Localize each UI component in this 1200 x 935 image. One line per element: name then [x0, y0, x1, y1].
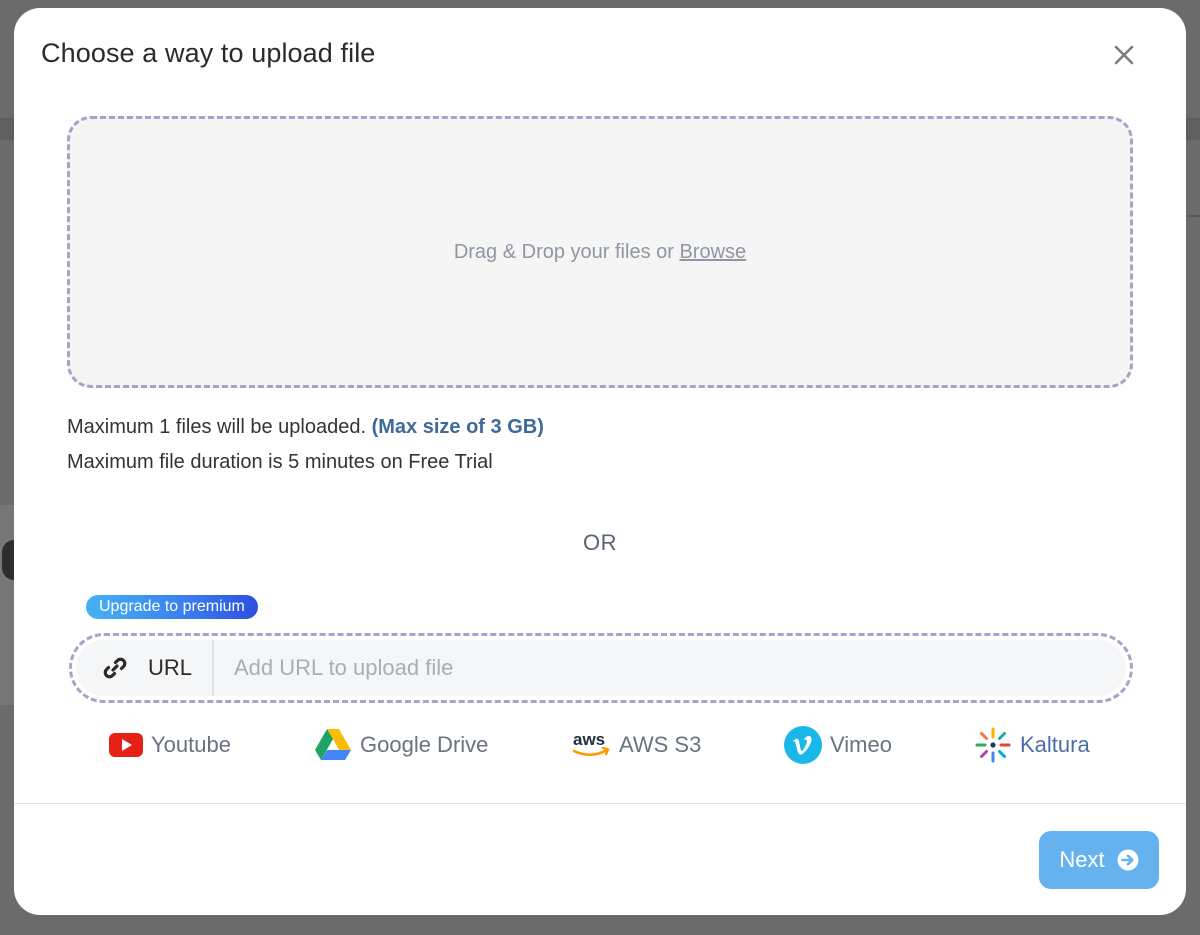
file-dropzone[interactable]: Drag & Drop your files or Browse	[67, 116, 1133, 388]
vimeo-icon	[784, 726, 822, 764]
url-upload-box: URL	[69, 633, 1133, 703]
background-avatar	[2, 540, 14, 580]
aws-icon: aws	[572, 730, 610, 757]
kaltura-icon	[975, 727, 1011, 763]
youtube-icon	[109, 733, 143, 757]
arrow-right-circle-icon	[1117, 849, 1139, 871]
upload-modal: Choose a way to upload file Drag & Drop …	[14, 8, 1186, 915]
google-drive-icon	[315, 729, 351, 760]
or-separator: OR	[583, 530, 617, 555]
close-icon	[1114, 45, 1134, 65]
close-button[interactable]	[1111, 42, 1137, 68]
source-aws-s3[interactable]: aws AWS S3	[571, 722, 701, 768]
dropzone-instruction: Drag & Drop your files or	[453, 240, 680, 263]
next-label: Next	[1059, 847, 1105, 872]
background-divider	[1186, 215, 1200, 217]
link-icon	[103, 657, 127, 679]
source-kaltura[interactable]: Kaltura	[974, 722, 1090, 768]
modal-title: Choose a way to upload file	[41, 38, 376, 68]
source-vimeo[interactable]: Vimeo	[784, 722, 892, 768]
upgrade-premium-badge[interactable]: Upgrade to premium	[86, 595, 258, 619]
source-label: Kaltura	[1020, 732, 1090, 757]
source-google-drive[interactable]: Google Drive	[314, 722, 488, 768]
max-files-text: Maximum 1 files will be uploaded.	[67, 416, 367, 438]
source-list: Youtube Google Drive aws AWS S3 Vimeo Ka…	[14, 722, 1186, 768]
svg-text:aws: aws	[573, 730, 605, 749]
source-label: AWS S3	[619, 732, 702, 757]
browse-link[interactable]: Browse	[679, 241, 746, 263]
source-label: Youtube	[151, 732, 231, 757]
url-input-group: URL	[76, 640, 1126, 696]
duration-info: Maximum file duration is 5 minutes on Fr…	[67, 451, 493, 473]
background-card	[0, 505, 14, 705]
source-label: Google Drive	[360, 732, 489, 757]
url-prefix: URL	[76, 640, 214, 696]
max-size-text: (Max size of 3 GB)	[371, 416, 544, 438]
source-label: Vimeo	[830, 732, 892, 757]
footer-divider	[14, 803, 1186, 804]
max-files-info: Maximum 1 files will be uploaded. (Max s…	[67, 416, 544, 439]
dropzone-text: Drag & Drop your files or Browse	[454, 241, 746, 264]
url-label: URL	[148, 655, 193, 680]
next-button[interactable]: Next	[1039, 831, 1159, 889]
source-youtube[interactable]: Youtube	[109, 722, 231, 768]
url-input[interactable]	[214, 640, 1126, 696]
